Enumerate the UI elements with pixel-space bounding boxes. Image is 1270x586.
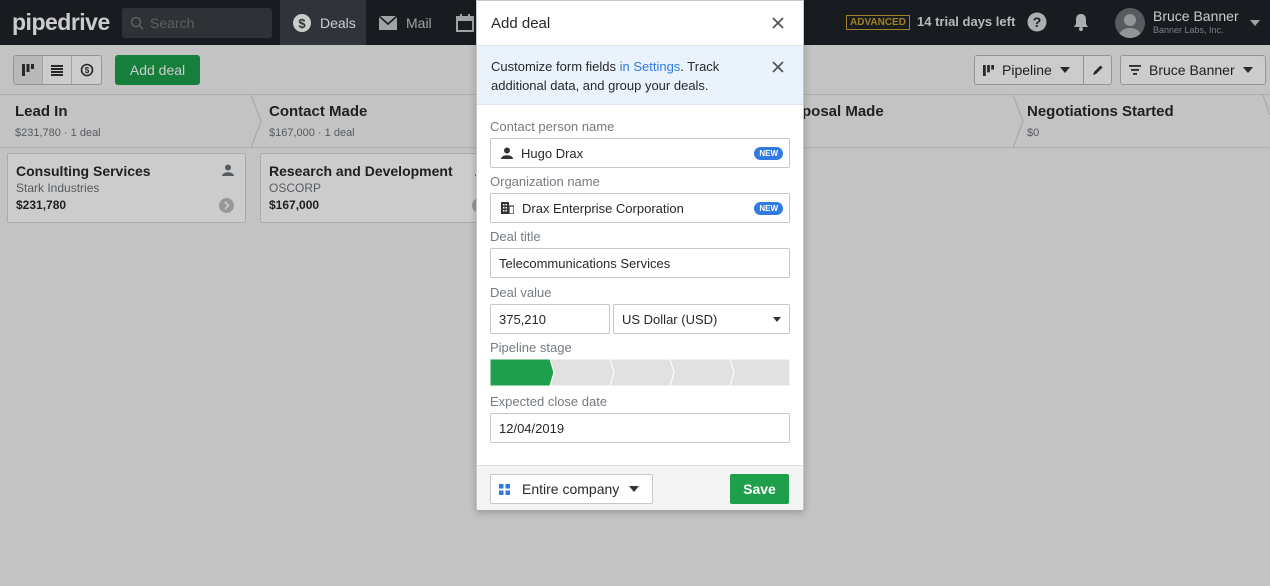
contact-person-label: Contact person name [490, 119, 615, 134]
modal-footer: Entire company Save [477, 465, 803, 510]
close-date-label: Expected close date [490, 394, 608, 409]
new-badge: NEW [754, 201, 783, 215]
organization-field[interactable]: Drax Enterprise Corporation NEW [490, 193, 790, 223]
close-icon[interactable] [770, 59, 786, 75]
organization-value: Drax Enterprise Corporation [522, 200, 684, 216]
currency-value: US Dollar (USD) [622, 311, 718, 327]
pipeline-stage-segment[interactable] [549, 359, 615, 386]
modal-title: Add deal [491, 15, 551, 32]
visibility-select[interactable]: Entire company [490, 474, 653, 504]
contact-person-value: Hugo Drax [521, 145, 584, 161]
save-button[interactable]: Save [730, 474, 789, 504]
modal-header: Add deal [477, 1, 803, 46]
settings-link[interactable]: in Settings [620, 59, 681, 74]
deal-title-value: Telecommunications Services [499, 255, 671, 271]
close-icon[interactable] [770, 15, 786, 31]
visibility-label: Entire company [522, 481, 620, 497]
person-icon [501, 147, 513, 159]
contact-person-field[interactable]: Hugo Drax NEW [490, 138, 790, 168]
pipeline-stage-bar [490, 359, 790, 386]
building-icon [501, 202, 514, 214]
close-date-value: 12/04/2019 [499, 420, 565, 436]
deal-value-value: 375,210 [499, 311, 546, 327]
chevron-down-icon [629, 486, 640, 492]
customize-fields-notice: Customize form fields in Settings. Track… [477, 46, 803, 105]
pipeline-stage-label: Pipeline stage [490, 340, 572, 355]
new-badge: NEW [754, 146, 783, 160]
pipeline-stage-segment[interactable] [609, 359, 675, 386]
notice-text: Customize form fields in Settings. Track… [491, 59, 720, 93]
pipeline-stage-segment[interactable] [490, 359, 555, 386]
pipeline-stage-selector [490, 359, 790, 386]
grid-icon [499, 483, 510, 495]
deal-value-field[interactable]: 375,210 [490, 304, 610, 334]
pipeline-stage-segment[interactable] [669, 359, 735, 386]
add-deal-modal: Add deal Customize form fields in Settin… [476, 0, 804, 510]
deal-title-label: Deal title [490, 229, 541, 244]
pipeline-stage-segment[interactable] [729, 359, 790, 386]
close-date-field[interactable]: 12/04/2019 [490, 413, 790, 443]
chevron-down-icon [773, 316, 781, 322]
deal-value-label: Deal value [490, 285, 552, 300]
organization-label: Organization name [490, 174, 600, 189]
currency-select[interactable]: US Dollar (USD) [613, 304, 790, 334]
deal-title-field[interactable]: Telecommunications Services [490, 248, 790, 278]
